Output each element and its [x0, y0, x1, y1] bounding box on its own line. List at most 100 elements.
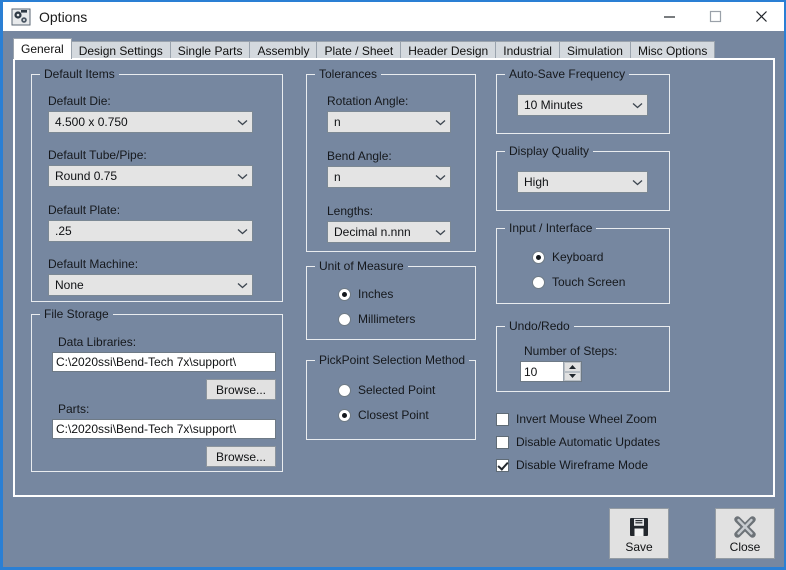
data-libraries-browse-label: Browse...: [216, 383, 266, 397]
checkbox-icon: [496, 436, 509, 449]
radio-dot-icon: [532, 276, 545, 289]
group-default-items-label: Default Items: [40, 67, 119, 81]
tab-general[interactable]: General: [13, 38, 72, 59]
radio-dot-icon: [338, 409, 351, 422]
radio-millimeters[interactable]: Millimeters: [338, 312, 415, 326]
save-button[interactable]: Save: [609, 508, 669, 559]
tab-bar: General Design Settings Single Parts Ass…: [13, 38, 714, 59]
rotation-angle-label: Rotation Angle:: [327, 94, 408, 108]
group-unit-of-measure: Unit of Measure Inches Millimeters: [306, 266, 476, 340]
default-plate-label: Default Plate:: [48, 203, 120, 217]
floppy-disk-icon: [628, 514, 650, 540]
maximize-icon[interactable]: [692, 1, 738, 32]
default-machine-combo[interactable]: None: [48, 274, 253, 296]
auto-save-frequency-value: 10 Minutes: [524, 98, 627, 112]
radio-touch-screen[interactable]: Touch Screen: [532, 275, 625, 289]
parts-input[interactable]: C:\2020ssi\Bend-Tech 7x\support\: [52, 419, 276, 439]
group-pickpoint-label: PickPoint Selection Method: [315, 353, 469, 367]
group-input-interface: Input / Interface Keyboard Touch Screen: [496, 228, 670, 304]
radio-keyboard-label: Keyboard: [552, 250, 603, 264]
radio-inches-label: Inches: [358, 287, 393, 301]
chevron-down-icon: [232, 282, 252, 289]
chevron-down-icon: [232, 173, 252, 180]
default-tube-combo[interactable]: Round 0.75: [48, 165, 253, 187]
checkbox-disable-automatic-updates[interactable]: Disable Automatic Updates: [496, 435, 660, 449]
rotation-angle-combo[interactable]: n: [327, 111, 451, 133]
stepper-down-icon[interactable]: [564, 372, 581, 382]
default-die-value: 4.500 x 0.750: [55, 115, 232, 129]
radio-keyboard[interactable]: Keyboard: [532, 250, 603, 264]
minimize-icon[interactable]: [646, 1, 692, 32]
default-machine-value: None: [55, 278, 232, 292]
default-die-label: Default Die:: [48, 94, 111, 108]
lengths-label: Lengths:: [327, 204, 373, 218]
chevron-down-icon: [232, 228, 252, 235]
number-of-steps-stepper[interactable]: 10: [520, 361, 582, 382]
group-display-quality-label: Display Quality: [505, 144, 593, 158]
close-button[interactable]: Close: [715, 508, 775, 559]
group-unit-of-measure-label: Unit of Measure: [315, 259, 408, 273]
default-machine-label: Default Machine:: [48, 257, 138, 271]
group-undo-redo-label: Undo/Redo: [505, 319, 574, 333]
group-display-quality: Display Quality High: [496, 151, 670, 211]
x-mark-icon: [733, 514, 757, 540]
radio-dot-icon: [338, 313, 351, 326]
auto-save-frequency-combo[interactable]: 10 Minutes: [517, 94, 648, 116]
data-libraries-label: Data Libraries:: [58, 335, 136, 349]
rotation-angle-value: n: [334, 115, 430, 129]
default-tube-label: Default Tube/Pipe:: [48, 148, 147, 162]
chevron-down-icon: [430, 229, 450, 236]
checkbox-invert-mouse-wheel-zoom-label: Invert Mouse Wheel Zoom: [516, 412, 657, 426]
bend-angle-label: Bend Angle:: [327, 149, 392, 163]
group-default-items: Default Items Default Die: 4.500 x 0.750…: [31, 74, 283, 302]
group-input-interface-label: Input / Interface: [505, 221, 596, 235]
save-button-label: Save: [625, 541, 652, 554]
window-controls: [646, 1, 784, 32]
checkbox-icon: [496, 413, 509, 426]
data-libraries-input[interactable]: C:\2020ssi\Bend-Tech 7x\support\: [52, 352, 276, 372]
title-bar: Options: [3, 0, 784, 31]
checkbox-icon: [496, 459, 509, 472]
default-plate-combo[interactable]: .25: [48, 220, 253, 242]
radio-selected-point[interactable]: Selected Point: [338, 383, 435, 397]
group-auto-save-label: Auto-Save Frequency: [505, 67, 629, 81]
radio-dot-icon: [338, 384, 351, 397]
default-tube-value: Round 0.75: [55, 169, 232, 183]
radio-dot-icon: [532, 251, 545, 264]
chevron-down-icon: [627, 179, 647, 186]
group-undo-redo: Undo/Redo Number of Steps: 10: [496, 326, 670, 392]
bend-angle-combo[interactable]: n: [327, 166, 451, 188]
chevron-down-icon: [232, 119, 252, 126]
data-libraries-browse-button[interactable]: Browse...: [206, 379, 276, 400]
default-die-combo[interactable]: 4.500 x 0.750: [48, 111, 253, 133]
stepper-up-icon[interactable]: [564, 362, 581, 372]
group-file-storage: File Storage Data Libraries: C:\2020ssi\…: [31, 314, 283, 472]
window-title: Options: [39, 9, 646, 25]
display-quality-combo[interactable]: High: [517, 171, 648, 193]
options-window: Options General Design Settings Single P…: [0, 0, 786, 570]
stepper-buttons: [563, 362, 581, 381]
radio-selected-point-label: Selected Point: [358, 383, 435, 397]
parts-browse-button[interactable]: Browse...: [206, 446, 276, 467]
parts-browse-label: Browse...: [216, 450, 266, 464]
checkbox-disable-wireframe-mode-label: Disable Wireframe Mode: [516, 458, 648, 472]
bend-angle-value: n: [334, 170, 430, 184]
checkbox-disable-wireframe-mode[interactable]: Disable Wireframe Mode: [496, 458, 648, 472]
lengths-combo[interactable]: Decimal n.nnn: [327, 221, 451, 243]
default-plate-value: .25: [55, 224, 232, 238]
close-icon[interactable]: [738, 1, 784, 32]
chevron-down-icon: [430, 174, 450, 181]
radio-closest-point[interactable]: Closest Point: [338, 408, 429, 422]
checkbox-invert-mouse-wheel-zoom[interactable]: Invert Mouse Wheel Zoom: [496, 412, 657, 426]
data-libraries-value: C:\2020ssi\Bend-Tech 7x\support\: [56, 355, 236, 369]
radio-millimeters-label: Millimeters: [358, 312, 415, 326]
radio-dot-icon: [338, 288, 351, 301]
number-of-steps-value: 10: [521, 362, 563, 381]
group-auto-save-frequency: Auto-Save Frequency 10 Minutes: [496, 74, 670, 134]
lengths-value: Decimal n.nnn: [334, 225, 430, 239]
gears-icon: [11, 7, 31, 27]
chevron-down-icon: [430, 119, 450, 126]
checkbox-disable-automatic-updates-label: Disable Automatic Updates: [516, 435, 660, 449]
group-tolerances-label: Tolerances: [315, 67, 381, 81]
radio-inches[interactable]: Inches: [338, 287, 393, 301]
